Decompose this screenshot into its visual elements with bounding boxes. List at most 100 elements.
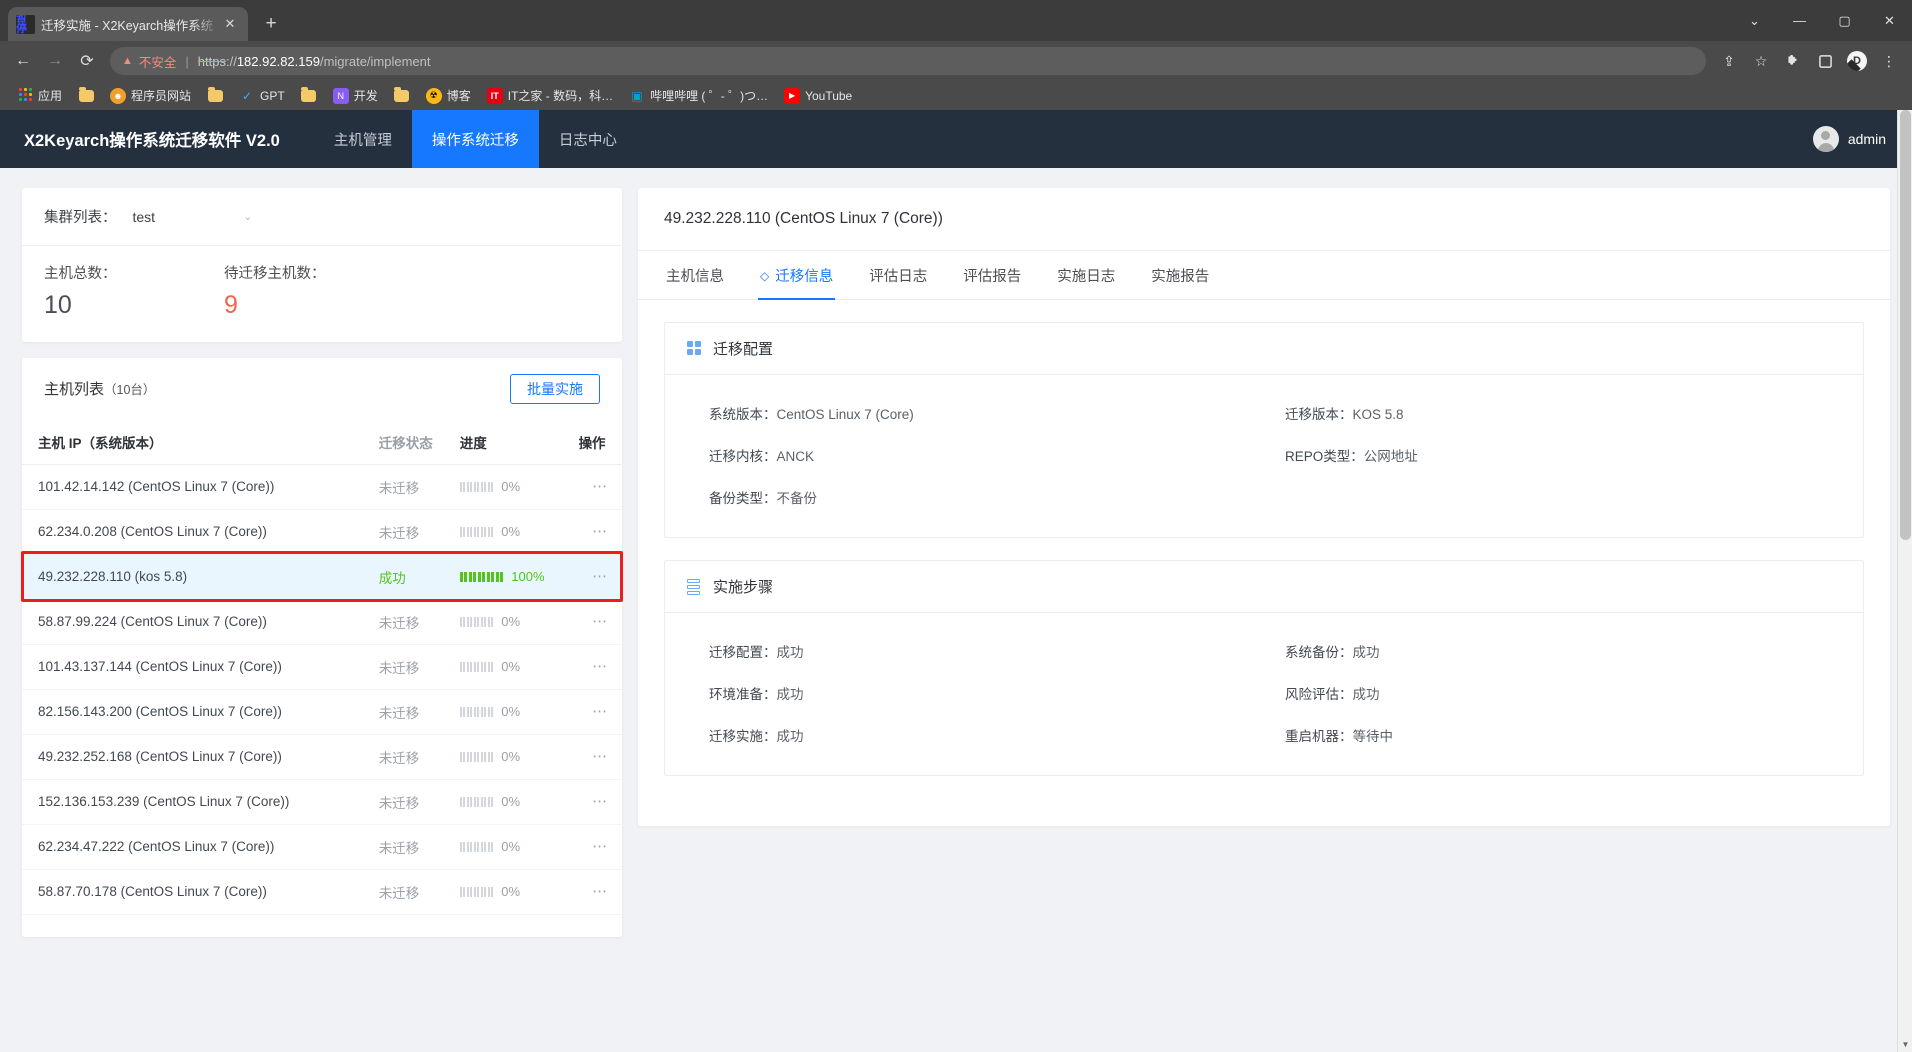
host-detail-card: 49.232.228.110 (CentOS Linux 7 (Core)) 主… (638, 188, 1890, 826)
stat-value: 10 (44, 291, 72, 319)
table-row[interactable]: 58.87.99.224 (CentOS Linux 7 (Core)) 未迁移 0… (22, 599, 622, 645)
cell-host-ip: 58.87.99.224 (CentOS Linux 7 (Core)) (22, 599, 379, 645)
progress-bars-icon (459, 571, 504, 582)
cell-progress: 0% (459, 869, 579, 915)
table-row[interactable]: 58.87.70.178 (CentOS Linux 7 (Core)) 未迁移 0… (22, 869, 622, 915)
table-row[interactable]: 49.232.228.110 (kos 5.8) 成功 100% ⋯ (22, 554, 622, 600)
profile-avatar[interactable]: D (1842, 46, 1872, 76)
progress-percent: 0% (501, 659, 521, 674)
reload-icon[interactable]: ⟳ (72, 46, 102, 76)
row-more-actions-icon[interactable]: ⋯ (592, 568, 608, 585)
bookmark-programmer-sites[interactable]: ☻ 程序员网站 (103, 84, 198, 107)
bookmark-label: 程序员网站 (131, 89, 192, 103)
col-progress: 进度 (459, 419, 579, 465)
bookmark-folder-4[interactable] (387, 85, 417, 107)
row-more-actions-icon[interactable]: ⋯ (592, 478, 608, 495)
cell-progress: 0% (459, 734, 579, 780)
row-more-actions-icon[interactable]: ⋯ (592, 838, 608, 855)
progress-bars-icon (459, 796, 494, 807)
cell-migrate-status: 未迁移 (378, 464, 460, 510)
batch-implement-button[interactable]: 批量实施 (510, 373, 600, 404)
bookmark-dev[interactable]: N 开发 (326, 84, 385, 107)
bookmark-folder-2[interactable] (200, 85, 230, 107)
cell-actions[interactable]: ⋯ (578, 869, 622, 915)
window-minimize-icon[interactable]: — (1777, 0, 1822, 41)
window-close-icon[interactable]: ✕ (1867, 0, 1912, 41)
blog-icon: ☢ (425, 87, 442, 104)
row-more-actions-icon[interactable]: ⋯ (592, 793, 608, 810)
nav-os-migration[interactable]: 操作系统迁移 (411, 110, 539, 168)
cell-actions[interactable]: ⋯ (578, 779, 622, 825)
field-value: 不备份 (776, 491, 818, 506)
cell-actions[interactable]: ⋯ (578, 824, 622, 870)
forward-icon[interactable]: → (40, 46, 70, 76)
tab-migrate-info[interactable]: ◇ 迁移信息 (758, 251, 836, 300)
bookmark-gpt[interactable]: ✓ GPT (232, 85, 292, 107)
cluster-summary-card: 集群列表： test ⌄ 主机总数： 10 待迁移主机数： 9 (22, 188, 622, 342)
cell-actions[interactable]: ⋯ (578, 599, 622, 645)
table-row[interactable]: 101.43.137.144 (CentOS Linux 7 (Core)) 未迁… (22, 644, 622, 690)
tab-assess-report[interactable]: 评估报告 (961, 251, 1023, 299)
cell-actions[interactable]: ⋯ (578, 554, 622, 600)
tab-strip: 暂停 迁移实施 - X2Keyarch操作系统 ✕ + ⌄ — ▢ ✕ (0, 0, 1912, 41)
chrome-menu-icon[interactable]: ⋮ (1874, 46, 1904, 76)
cell-actions[interactable]: ⋯ (578, 509, 622, 555)
bookmark-star-icon[interactable]: ☆ (1746, 46, 1776, 76)
table-row[interactable]: 62.234.0.208 (CentOS Linux 7 (Core)) 未迁移 0… (22, 509, 622, 555)
back-icon[interactable]: ← (8, 46, 38, 76)
bilibili-icon: ▣ (631, 88, 643, 103)
tab-implement-log[interactable]: 实施日志 (1055, 251, 1117, 299)
row-more-actions-icon[interactable]: ⋯ (592, 613, 608, 630)
page-scrollbar[interactable]: ▲ ▼ (1897, 110, 1912, 1052)
scrollbar-thumb[interactable] (1900, 110, 1911, 540)
row-more-actions-icon[interactable]: ⋯ (592, 658, 608, 675)
row-more-actions-icon[interactable]: ⋯ (592, 523, 608, 540)
cell-migrate-status: 未迁移 (378, 689, 460, 735)
table-row[interactable]: 152.136.153.239 (CentOS Linux 7 (Core)) 未… (22, 779, 622, 825)
field-item: 迁移实施：成功 (709, 725, 1265, 745)
window-maximize-icon[interactable]: ▢ (1822, 0, 1867, 41)
cell-actions[interactable]: ⋯ (578, 644, 622, 690)
share-icon[interactable]: ⇪ (1714, 46, 1744, 76)
security-status-text: 不安全 (138, 55, 177, 70)
table-row[interactable]: 62.234.47.222 (CentOS Linux 7 (Core)) 未迁移… (22, 824, 622, 870)
row-more-actions-icon[interactable]: ⋯ (592, 748, 608, 765)
table-row[interactable]: 49.232.252.168 (CentOS Linux 7 (Core)) 未迁… (22, 734, 622, 780)
cell-actions[interactable]: ⋯ (578, 734, 622, 780)
row-more-actions-icon[interactable]: ⋯ (592, 703, 608, 720)
new-tab-button[interactable]: + (256, 9, 286, 39)
progress-percent: 100% (511, 569, 545, 584)
field-value: 成功 (776, 645, 804, 660)
row-more-actions-icon[interactable]: ⋯ (592, 883, 608, 900)
bookmark-bilibili[interactable]: ▣ 哔哩哔哩 ( ゜- ゜)つ… (622, 84, 775, 107)
table-row[interactable]: 101.42.14.142 (CentOS Linux 7 (Core)) 未迁移… (22, 464, 622, 510)
bookmark-folder-3[interactable] (294, 85, 324, 107)
window-minimize-tray-icon[interactable]: ⌄ (1732, 0, 1777, 41)
extensions-puzzle-icon[interactable] (1778, 46, 1808, 76)
bookmark-apps[interactable]: 应用 (10, 84, 69, 107)
bookmark-folder-1[interactable] (71, 85, 101, 107)
nav-log-center[interactable]: 日志中心 (539, 110, 637, 168)
cell-actions[interactable]: ⋯ (578, 689, 622, 735)
field-item: 迁移版本：KOS 5.8 (1285, 403, 1841, 423)
migrate-config-fields: 系统版本：CentOS Linux 7 (Core) 迁移版本：KOS 5.8 迁移… (665, 375, 1863, 537)
progress-bars-icon (459, 886, 494, 897)
bookmark-youtube[interactable]: ▶ YouTube (777, 85, 859, 107)
bookmark-ithome[interactable]: IT IT之家 - 数码，科… (480, 84, 620, 107)
browser-tab[interactable]: 暂停 迁移实施 - X2Keyarch操作系统 ✕ (8, 7, 248, 41)
tab-assess-log[interactable]: 评估日志 (867, 251, 929, 299)
tab-host-info[interactable]: 主机信息 (664, 251, 726, 299)
list-icon (687, 579, 702, 595)
table-row[interactable]: 82.156.143.200 (CentOS Linux 7 (Core)) 未迁… (22, 689, 622, 735)
nav-host-management[interactable]: 主机管理 (314, 110, 412, 168)
side-panel-icon[interactable] (1810, 46, 1840, 76)
bookmark-blog[interactable]: ☢ 博客 (419, 84, 478, 107)
tab-implement-report[interactable]: 实施报告 (1149, 251, 1211, 299)
host-table: 主机 IP（系统版本） 迁移状态 进度 操作 101.42.14.142 (Ce… (22, 419, 622, 915)
cell-actions[interactable]: ⋯ (578, 464, 622, 510)
close-tab-icon[interactable]: ✕ (220, 14, 240, 34)
address-bar[interactable]: ▲ 不安全 | https://182.92.82.159/migrate/im… (110, 47, 1706, 75)
cluster-select[interactable]: test ⌄ (133, 207, 253, 227)
scroll-down-icon[interactable]: ▼ (1898, 1037, 1912, 1052)
progress-bars-icon (459, 526, 494, 537)
